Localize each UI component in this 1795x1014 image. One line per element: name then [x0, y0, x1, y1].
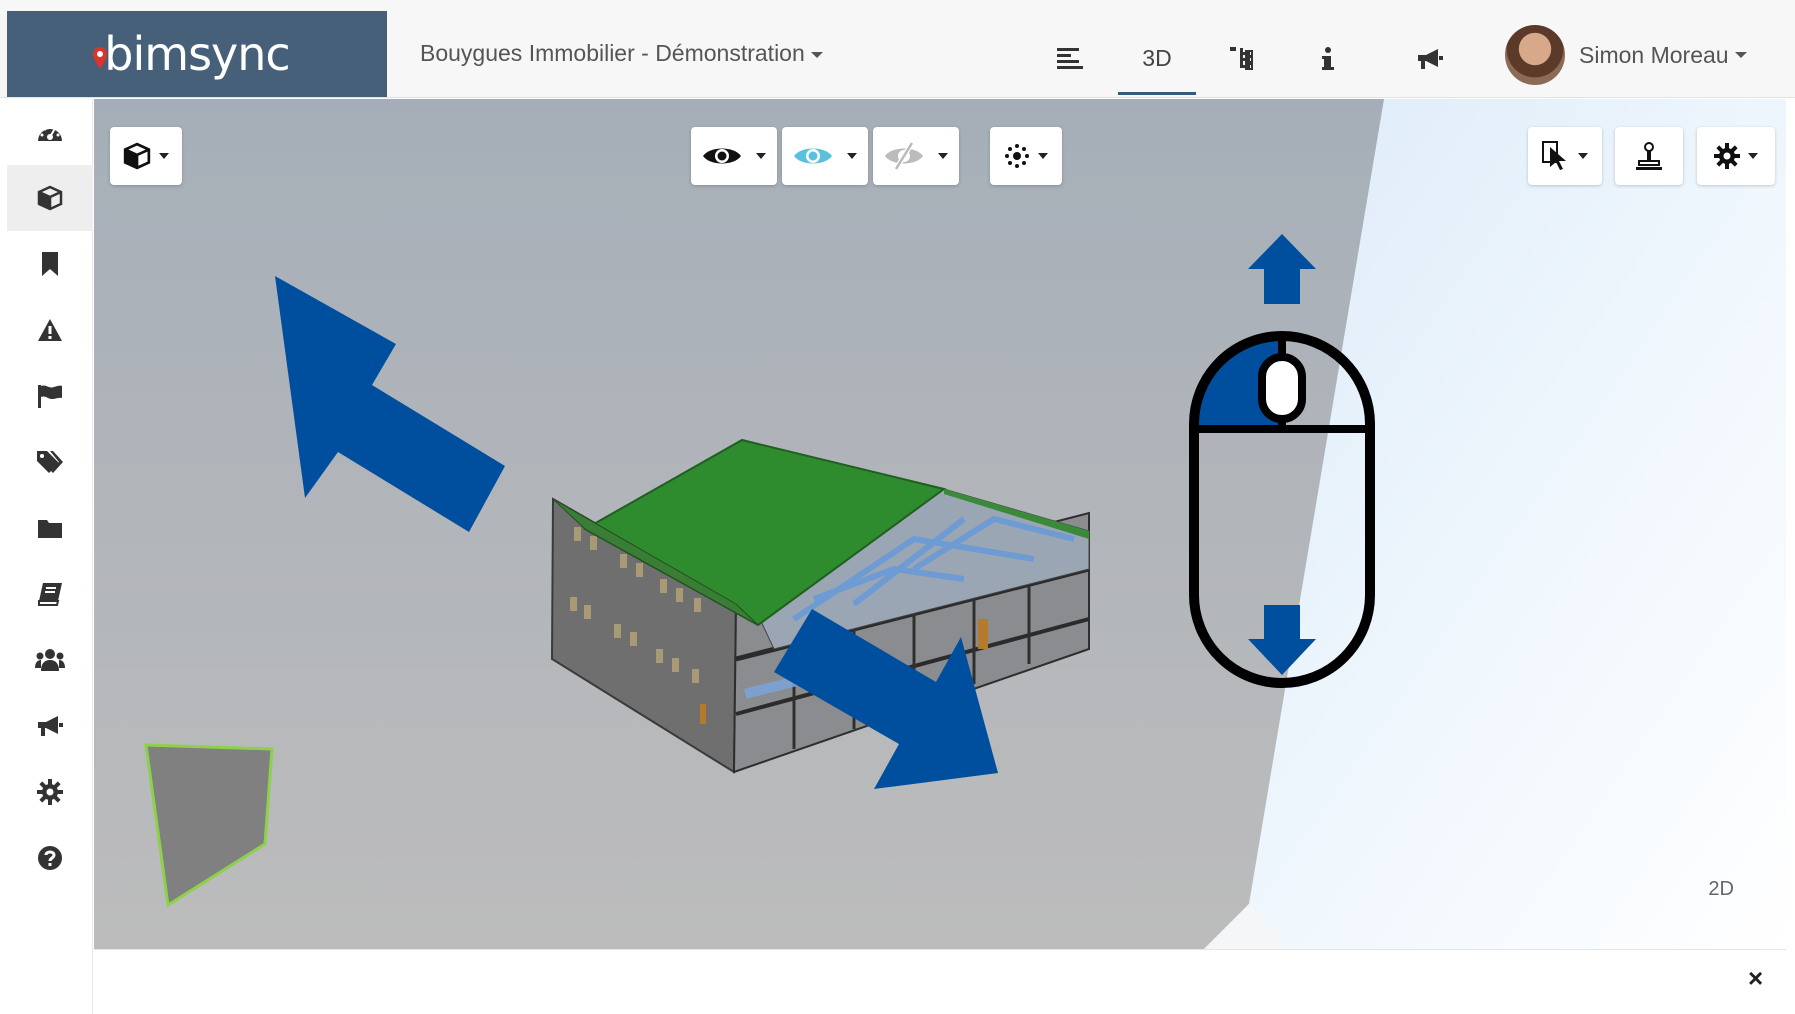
users-group-icon	[35, 649, 65, 671]
chevron-down-icon	[847, 153, 857, 159]
gear-icon	[1714, 143, 1740, 169]
eye-icon	[703, 148, 741, 164]
sidebar-item-help[interactable]	[7, 825, 93, 891]
avatar	[1505, 25, 1565, 85]
show-all-button[interactable]	[691, 127, 777, 185]
sidebar-item-issues[interactable]	[7, 297, 93, 363]
bottom-panel	[94, 949, 1786, 1014]
list-lines-icon	[1057, 48, 1083, 69]
tab-3d[interactable]: 3D	[1118, 24, 1196, 95]
tags-icon	[37, 451, 63, 473]
location-pin-icon	[93, 47, 107, 69]
hide-button[interactable]	[873, 127, 959, 185]
eye-slash-icon	[885, 141, 923, 171]
sidebar-item-dashboard[interactable]	[7, 99, 93, 165]
brand-logo[interactable]: bimsync	[7, 11, 387, 97]
sidebar-item-announcements[interactable]	[7, 693, 93, 759]
bookmark-icon	[42, 252, 58, 276]
sidebar-item-tags[interactable]	[7, 429, 93, 495]
close-icon[interactable]: ×	[1748, 963, 1763, 994]
project-selector[interactable]: Bouygues Immobilier - Démonstration	[420, 40, 823, 67]
sidebar-item-library[interactable]	[7, 561, 93, 627]
sidebar-item-settings[interactable]	[7, 759, 93, 825]
toggle-2d-button[interactable]: 2D	[1708, 878, 1734, 901]
user-menu[interactable]: Simon Moreau	[1505, 24, 1747, 86]
3d-scene	[94, 99, 1786, 949]
cube-view-icon	[123, 142, 151, 170]
top-navbar: bimsync Bouygues Immobilier - Démonstrat…	[0, 0, 1795, 98]
chevron-down-icon	[1734, 52, 1747, 58]
chevron-down-icon	[756, 153, 766, 159]
isolate-button[interactable]	[782, 127, 868, 185]
section-stamp-icon	[1636, 142, 1662, 170]
chevron-down-icon	[159, 153, 169, 159]
cube-icon	[37, 185, 63, 211]
sidebar-item-bookmarks[interactable]	[7, 231, 93, 297]
view-mode-button[interactable]	[110, 127, 182, 185]
chevron-down-icon	[810, 51, 823, 58]
chevron-down-icon	[938, 153, 948, 159]
nav-list-button[interactable]	[1040, 24, 1100, 94]
3d-viewer-canvas[interactable]: 2D	[94, 99, 1786, 949]
megaphone-icon	[1418, 49, 1443, 69]
chevron-down-icon	[1038, 153, 1048, 159]
dashboard-gauge-icon	[38, 127, 62, 141]
left-sidebar	[7, 99, 93, 1014]
section-tool-button[interactable]	[1615, 127, 1683, 185]
chevron-down-icon	[1578, 153, 1588, 159]
viewer-settings-button[interactable]	[1697, 127, 1775, 185]
brand-text: bimsync	[104, 27, 290, 81]
nav-announcements-button[interactable]	[1395, 24, 1465, 94]
folder-icon	[38, 520, 62, 538]
megaphone-icon	[38, 716, 63, 736]
flag-icon	[38, 385, 62, 408]
nav-info-button[interactable]	[1298, 24, 1358, 94]
project-name: Bouygues Immobilier - Démonstration	[420, 40, 805, 66]
explode-icon	[1005, 144, 1029, 168]
chevron-down-icon	[1748, 153, 1758, 159]
info-icon	[1322, 47, 1334, 70]
warning-triangle-icon	[38, 319, 62, 341]
gear-icon	[37, 779, 63, 805]
user-name: Simon Moreau	[1579, 41, 1729, 68]
sidebar-item-3d-model[interactable]	[7, 165, 93, 231]
explode-button[interactable]	[990, 127, 1062, 185]
select-cursor-icon	[1542, 141, 1566, 170]
book-icon	[38, 583, 62, 606]
sidebar-item-members[interactable]	[7, 627, 93, 693]
eye-colored-icon	[794, 148, 832, 164]
hierarchy-tree-icon	[1230, 47, 1253, 70]
question-circle-icon	[38, 846, 62, 870]
selection-tool-button[interactable]	[1528, 127, 1602, 185]
sidebar-item-flags[interactable]	[7, 363, 93, 429]
nav-tree-button[interactable]	[1212, 24, 1272, 94]
sidebar-item-files[interactable]	[7, 495, 93, 561]
tab-3d-label: 3D	[1142, 44, 1172, 71]
